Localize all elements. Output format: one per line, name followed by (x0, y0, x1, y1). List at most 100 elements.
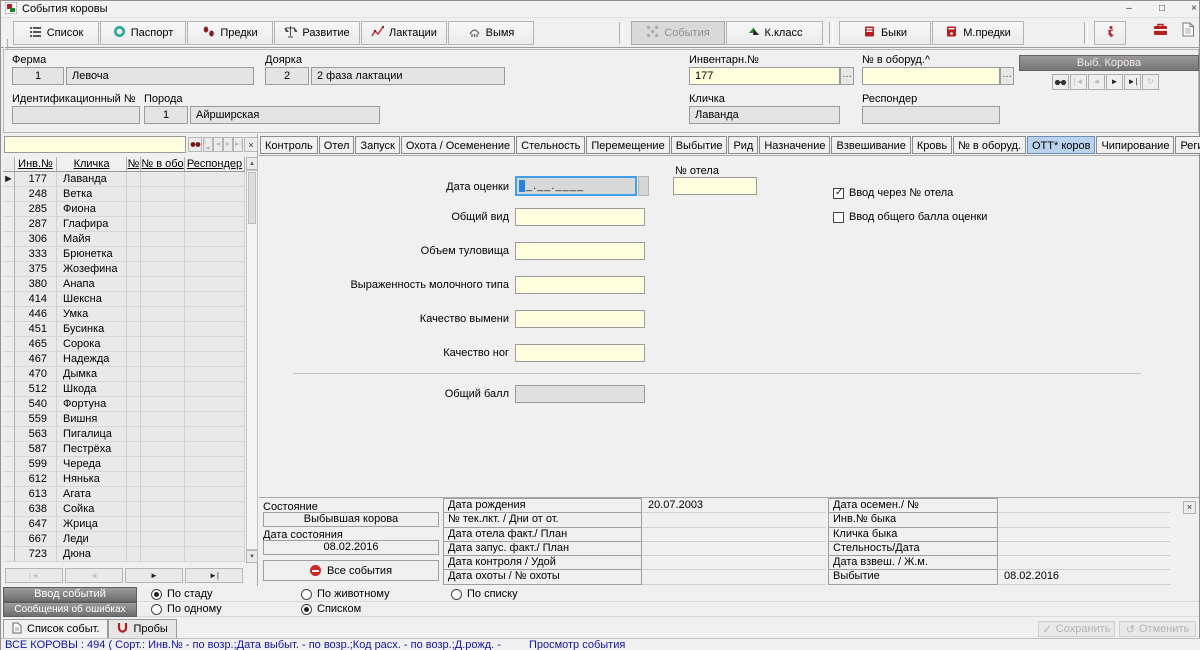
table-row[interactable]: 540Фортуна (3, 397, 245, 412)
event-tab[interactable]: Кровь (912, 136, 952, 154)
table-row[interactable]: 380Анапа (3, 277, 245, 292)
table-row[interactable]: 587Пестрёха (3, 442, 245, 457)
table-row[interactable]: 613Агата (3, 487, 245, 502)
table-row[interactable]: 612Нянька (3, 472, 245, 487)
score-field-input[interactable] (515, 242, 645, 260)
table-row[interactable]: 559Вишня (3, 412, 245, 427)
radio-icon[interactable] (301, 604, 312, 615)
table-row[interactable]: 375Жозефина (3, 262, 245, 277)
table-row[interactable]: 414Шексна (3, 292, 245, 307)
archive-icon[interactable] (1153, 22, 1169, 39)
table-row[interactable]: 667Леди (3, 532, 245, 547)
toolbar-button-lactations[interactable]: Лактации (361, 21, 447, 45)
radio-option[interactable]: По стаду (151, 588, 213, 600)
event-tab[interactable]: Выбытие (671, 136, 728, 154)
event-tab[interactable]: Охота / Осеменение (401, 136, 515, 154)
score-field-input[interactable] (515, 276, 645, 294)
minimize-button[interactable]: – (1114, 1, 1144, 17)
event-tab[interactable]: ОТТ* коров (1027, 136, 1095, 154)
score-field-input[interactable] (515, 310, 645, 328)
inventory-more-button[interactable]: … (840, 67, 854, 85)
tab-samples[interactable]: Пробы (108, 619, 176, 638)
checkbox-total-score[interactable] (833, 212, 844, 223)
checkbox-via-calving[interactable] (833, 188, 844, 199)
table-row[interactable]: 306Майя (3, 232, 245, 247)
column-header-no[interactable]: № (127, 157, 141, 171)
column-header-resp[interactable]: Респондер (185, 157, 245, 171)
table-row[interactable]: 470Дымка (3, 367, 245, 382)
equipment-more-button[interactable]: … (1000, 67, 1014, 85)
exit-button[interactable] (1094, 21, 1126, 45)
table-row[interactable]: 638Сойка (3, 502, 245, 517)
search-input[interactable] (4, 136, 186, 153)
close-info-icon[interactable]: × (1183, 501, 1196, 514)
event-tab[interactable]: Взвешивание (831, 136, 910, 154)
pager-button[interactable]: ► (125, 568, 183, 583)
nav-button[interactable]: ►| (1124, 74, 1141, 90)
radio-icon[interactable] (151, 589, 162, 600)
table-row[interactable]: 647Жрица (3, 517, 245, 532)
toolbar-button-m-ancestors[interactable]: М.предки (932, 21, 1024, 45)
toolbar-button-passport[interactable]: Паспорт (100, 21, 186, 45)
radio-option[interactable]: Списком (301, 603, 361, 615)
equipment-no-input[interactable] (862, 67, 1000, 85)
calving-no-input[interactable] (673, 177, 757, 195)
toolbar-button-class[interactable]: К.класс (726, 21, 823, 45)
table-row[interactable]: 563Пигалица (3, 427, 245, 442)
event-tab[interactable]: Отел (319, 136, 355, 154)
event-tab[interactable]: Назначение (759, 136, 830, 154)
pager-button[interactable]: ►| (185, 568, 243, 583)
search-clear-button[interactable]: × (244, 137, 258, 152)
event-tab[interactable]: Рид (728, 136, 758, 154)
table-row[interactable]: 446Умка (3, 307, 245, 322)
event-tab[interactable]: Чипирование (1096, 136, 1174, 154)
close-button[interactable]: × (1179, 1, 1200, 17)
radio-icon[interactable] (301, 589, 312, 600)
event-tab[interactable]: Регистрация (1175, 136, 1200, 154)
date-spinner[interactable] (638, 176, 649, 196)
binoculars-icon[interactable] (1052, 74, 1069, 90)
column-header-name[interactable]: Кличка (57, 157, 127, 171)
table-row[interactable]: 248Ветка (3, 187, 245, 202)
vertical-scrollbar[interactable] (246, 170, 258, 550)
toolbar-button-bulls[interactable]: Быки (839, 21, 931, 45)
toolbar-button-ancestors[interactable]: Предки (187, 21, 273, 45)
inventory-input[interactable]: 177 (689, 67, 840, 85)
event-tab[interactable]: № в оборуд. (953, 136, 1026, 154)
table-row[interactable]: 512Шкода (3, 382, 245, 397)
all-events-button[interactable]: Все события (263, 560, 439, 581)
score-field-input[interactable] (515, 344, 645, 362)
radio-icon[interactable] (151, 604, 162, 615)
toolbar-button-list[interactable]: Список (13, 21, 99, 45)
toolbar-button-udder[interactable]: Вымя (448, 21, 534, 45)
table-row[interactable]: 467Надежда (3, 352, 245, 367)
event-tab[interactable]: Стельность (516, 136, 585, 154)
radio-icon[interactable] (451, 589, 462, 600)
event-tab[interactable]: Контроль (260, 136, 318, 154)
nav-button[interactable]: ► (1106, 74, 1123, 90)
radio-option[interactable]: По списку (451, 588, 518, 600)
table-row[interactable]: 465Сорока (3, 337, 245, 352)
table-row[interactable]: 599Череда (3, 457, 245, 472)
maximize-button[interactable]: □ (1147, 1, 1177, 17)
table-row[interactable]: 333Брюнетка (3, 247, 245, 262)
radio-option[interactable]: По одному (151, 603, 222, 615)
table-row[interactable]: 287Глафира (3, 217, 245, 232)
table-row[interactable]: 723Дюна (3, 547, 245, 562)
radio-option[interactable]: По животному (301, 588, 390, 600)
event-tab[interactable]: Перемещение (586, 136, 669, 154)
column-header-inv[interactable]: Инв.№ (15, 157, 57, 171)
table-row[interactable]: 451Бусинка (3, 322, 245, 337)
tab-event-list[interactable]: Список событ. (3, 619, 108, 638)
toolbar-button-development[interactable]: Развитие (274, 21, 360, 45)
scroll-down-arrow[interactable]: ▼ (246, 550, 258, 563)
date-input[interactable]: _.__.____ (515, 176, 637, 196)
score-field-input[interactable] (515, 208, 645, 226)
scrollbar-thumb[interactable] (248, 172, 256, 224)
table-row[interactable]: 285Фиона (3, 202, 245, 217)
checkbox-row-2[interactable]: Ввод общего балла оценки (833, 211, 987, 223)
find-button[interactable] (188, 137, 202, 152)
scroll-up-arrow[interactable]: ▲ (246, 157, 258, 170)
table-row[interactable]: ►177Лаванда (3, 172, 245, 187)
document-icon[interactable] (1182, 22, 1195, 40)
